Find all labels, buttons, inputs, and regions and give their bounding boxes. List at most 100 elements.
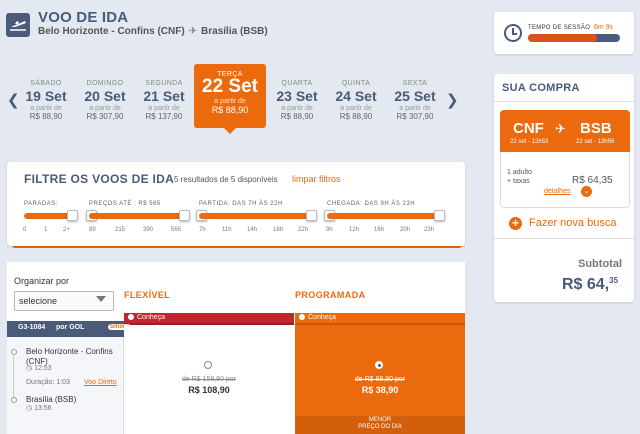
- route-origin: Belo Horizonte - Confins (CNF): [38, 26, 185, 37]
- flexible-fare-radio[interactable]: [204, 361, 212, 369]
- new-search-button[interactable]: Fazer nova busca: [529, 217, 616, 229]
- info-dot-icon: [128, 314, 134, 320]
- from-label: a partir de: [148, 105, 180, 112]
- departure-slider-handle-max[interactable]: [306, 210, 317, 221]
- tick-label: 12h: [349, 227, 360, 233]
- tick-label: 11h: [222, 227, 232, 233]
- tick-label: 0: [23, 227, 27, 233]
- filter-title: FILTRE OS VOOS DE IDA: [24, 172, 175, 186]
- date-option-20[interactable]: DOMINGO 20 Set a partir de R$ 307,90: [75, 80, 135, 121]
- date-option-25[interactable]: SEXTA 25 Set a partir de R$ 307,90: [385, 80, 445, 121]
- date-option-23[interactable]: QUARTA 23 Set a partir de R$ 88,90: [267, 80, 327, 121]
- departure-plane-icon: [6, 13, 30, 37]
- origin-marker-icon: [11, 349, 17, 355]
- price-slider-track[interactable]: [89, 213, 186, 219]
- date-price: R$ 137,90: [145, 112, 183, 121]
- flexible-info-band[interactable]: Conheça: [124, 313, 294, 323]
- passenger-price: R$ 64,35: [572, 175, 613, 186]
- destination-marker-icon: [11, 397, 17, 403]
- arrival-slider-track[interactable]: [327, 213, 443, 219]
- session-time: 6m 9s: [594, 24, 614, 31]
- tick-label: 565: [171, 227, 182, 233]
- session-progress-fill: [528, 34, 597, 42]
- purchase-title: SUA COMPRA: [502, 82, 580, 94]
- price-slider-label: PREÇOS ATÉ : R$ 565: [89, 201, 161, 207]
- price-slider-handle-max[interactable]: [179, 210, 190, 221]
- filter-results-count: 5 resultados de 5 disponíveis: [174, 175, 278, 184]
- date-price: R$ 307,90: [396, 112, 434, 121]
- departure-slider-label: PARTIDA: DAS 7H ÀS 22H: [199, 201, 283, 207]
- flexible-old-price: de R$ 158,90 por: [181, 376, 237, 383]
- scheduled-info-band[interactable]: Conheça: [295, 313, 465, 323]
- date-label: 23 Set: [276, 88, 318, 104]
- date-label: 21 Set: [143, 88, 185, 104]
- info-dot-icon: [299, 314, 305, 320]
- subtotal-label: Subtotal: [578, 258, 622, 270]
- from-label: a partir de: [214, 98, 246, 105]
- date-price: R$ 88,90: [29, 112, 63, 121]
- date-price: R$ 88,90: [211, 105, 249, 115]
- date-label: 24 Set: [335, 88, 377, 104]
- weekday-label: SEXTA: [402, 80, 428, 87]
- session-progress-bar: [528, 34, 620, 42]
- stops-slider-handle[interactable]: [67, 210, 78, 221]
- departure-time: ◷ 12:53: [26, 365, 52, 372]
- scheduled-learn-more: Conheça: [308, 314, 337, 321]
- flexible-learn-more: Conheça: [137, 314, 166, 321]
- tick-label: 390: [143, 227, 154, 233]
- details-link[interactable]: detalhes: [544, 188, 570, 195]
- date-option-21[interactable]: SEGUNDA 21 Set a partir de R$ 137,90: [134, 80, 194, 121]
- plus-icon[interactable]: +: [509, 217, 522, 230]
- tick-label: 1: [44, 227, 48, 233]
- clock-icon: [504, 24, 522, 42]
- divider: [494, 101, 634, 102]
- plane-icon: ✈: [555, 121, 566, 136]
- date-option-19[interactable]: SÁBADO 19 Set a partir de R$ 88,90: [16, 80, 76, 121]
- route-destination: Brasília (BSB): [201, 26, 268, 37]
- tick-label: 7h: [199, 227, 206, 233]
- from-label: a partir de: [89, 105, 121, 112]
- flight-duration: Duração: 1:03: [26, 379, 70, 386]
- arrival-time: ◷ 13:56: [26, 405, 52, 412]
- route-to-code: BSB: [580, 120, 612, 137]
- scheduled-fare-radio[interactable]: [375, 361, 383, 369]
- date-price: R$ 88,90: [339, 112, 373, 121]
- flexible-price: R$ 108,90: [188, 385, 230, 395]
- divider: [494, 238, 634, 239]
- direct-flight-link[interactable]: Voo Direto: [84, 379, 117, 386]
- next-dates-chevron-icon[interactable]: ❯: [446, 91, 459, 109]
- weekday-label: SEGUNDA: [145, 80, 183, 87]
- chevron-down-icon[interactable]: ⌄: [581, 186, 592, 197]
- date-price: R$ 307,90: [86, 112, 124, 121]
- tick-label: 20h: [400, 227, 411, 233]
- date-price: R$ 88,90: [280, 112, 314, 121]
- from-label: a partir de: [281, 105, 313, 112]
- arrival-slider-handle-max[interactable]: [434, 210, 445, 221]
- tick-label: 215: [115, 227, 126, 233]
- chevron-down-icon: [96, 296, 106, 302]
- route-from-code: CNF: [513, 120, 544, 137]
- scheduled-price: R$ 38,90: [361, 385, 399, 395]
- passenger-info: 1 adulto + taxas: [507, 168, 532, 186]
- fare-column-flexible: FLEXÍVEL: [124, 290, 171, 300]
- lowest-price-badge-line1: MENOR: [368, 417, 392, 423]
- lowest-price-badge-line2: PREÇO DO DIA: [358, 424, 402, 430]
- route-to-datetime: 22 set - 13h56: [576, 139, 615, 145]
- flight-header: G3-1084 por GOL Smiles: [7, 321, 132, 337]
- arrival-slider-label: CHEGADA: DAS 9H ÀS 23H: [327, 201, 416, 207]
- date-label: 20 Set: [84, 88, 126, 104]
- scheduled-old-price: de R$ 88,90 por: [354, 376, 406, 383]
- date-option-24[interactable]: QUINTA 24 Set a partir de R$ 88,90: [326, 80, 386, 121]
- date-label: 22 Set: [202, 76, 258, 97]
- weekday-label: QUINTA: [341, 80, 371, 87]
- clear-filters-link[interactable]: limpar filtros: [292, 174, 341, 184]
- fare-column-scheduled: PROGRAMADA: [295, 290, 366, 300]
- departure-slider-track[interactable]: [199, 213, 313, 219]
- stops-slider-label: PARADAS:: [24, 201, 58, 207]
- weekday-label: DOMINGO: [86, 80, 124, 87]
- tick-label: 23h: [424, 227, 435, 233]
- date-label: 25 Set: [394, 88, 436, 104]
- selected-date-pointer: [224, 128, 236, 134]
- tick-label: 2+: [63, 227, 70, 233]
- date-option-22-selected[interactable]: TERÇA 22 Set a partir de R$ 88,90: [194, 64, 266, 128]
